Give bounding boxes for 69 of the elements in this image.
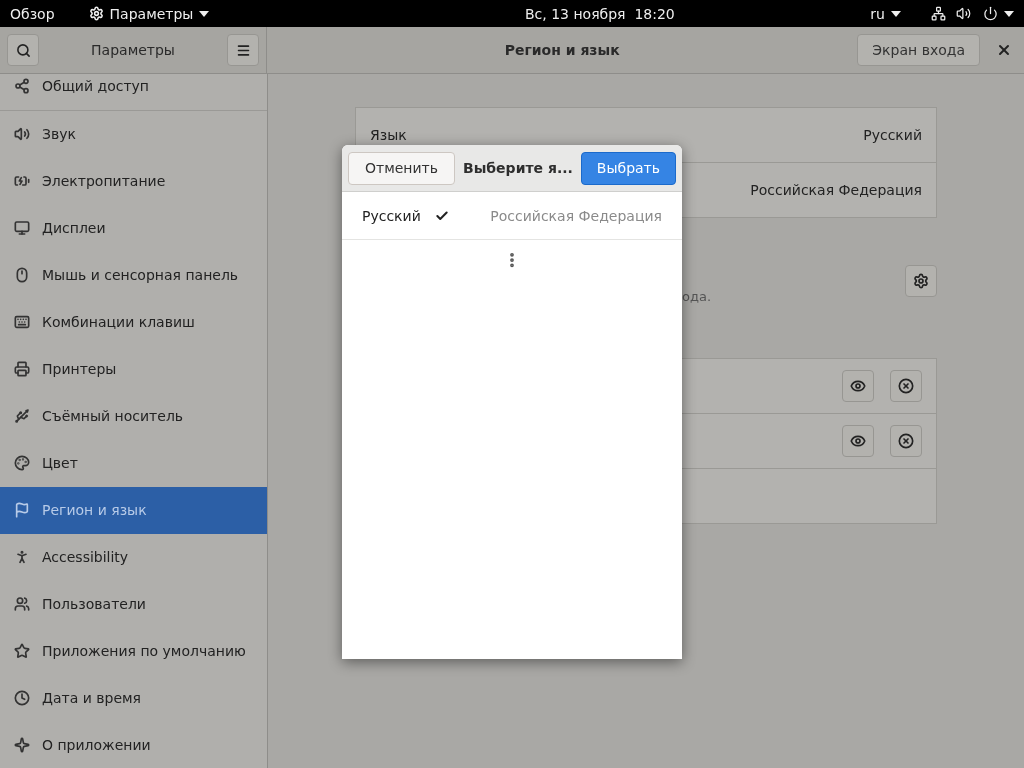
mouse-icon: [14, 267, 30, 283]
usb-icon: [14, 408, 30, 424]
row-value[interactable]: Русский: [863, 127, 922, 143]
sidebar-item[interactable]: Пользователи: [0, 581, 267, 628]
sidebar-item[interactable]: Общий доступ: [0, 74, 267, 111]
activities-button[interactable]: Обзор: [10, 5, 55, 22]
sidebar-item[interactable]: Принтеры: [0, 346, 267, 393]
hint-text: ода.: [682, 289, 712, 304]
cancel-button[interactable]: Отменить: [348, 151, 455, 185]
caret-icon: [1004, 10, 1014, 17]
row-value[interactable]: Российская Федерация: [750, 182, 922, 198]
network-icon[interactable]: [931, 6, 946, 21]
caret-icon: [199, 10, 210, 17]
sidebar-item[interactable]: Accessibility: [0, 534, 267, 581]
sidebar-item[interactable]: Мышь и сенсорная панель: [0, 252, 267, 299]
language-region: Российская Федерация: [490, 207, 662, 224]
power-icon[interactable]: [983, 6, 998, 21]
sidebar-item[interactable]: Цвет: [0, 440, 267, 487]
app-menu[interactable]: Параметры: [88, 5, 210, 22]
search-button[interactable]: [7, 34, 39, 66]
menu-icon: [235, 42, 251, 58]
remove-button[interactable]: [890, 425, 922, 457]
language-row[interactable]: Русский Российская Федерация: [342, 192, 682, 240]
eye-icon: [850, 433, 866, 449]
clock[interactable]: Вс, 13 ноября 18:20: [525, 5, 675, 22]
sidebar-item[interactable]: Электропитание: [0, 158, 267, 205]
search-icon: [15, 42, 31, 58]
gear-icon: [88, 6, 104, 21]
sidebar-item[interactable]: Дисплеи: [0, 205, 267, 252]
menu-button[interactable]: [227, 34, 259, 66]
sparkle-icon: [14, 737, 30, 753]
flag-icon: [14, 502, 30, 518]
settings-button[interactable]: [905, 265, 937, 297]
preview-button[interactable]: [842, 370, 874, 402]
volume-icon[interactable]: [956, 6, 971, 21]
battery-icon: [14, 173, 30, 189]
dialog-title: Выберите я...: [463, 160, 573, 176]
star-icon: [14, 643, 30, 659]
person-icon: [14, 549, 30, 565]
select-button[interactable]: Выбрать: [580, 151, 676, 185]
sidebar-item[interactable]: Приложения по умолчанию: [0, 628, 267, 675]
clock-icon: [14, 690, 30, 706]
close-icon[interactable]: [996, 42, 1012, 58]
keyboard-layout-menu[interactable]: ru: [870, 5, 901, 22]
keyboard-icon: [14, 314, 30, 330]
speaker-icon: [14, 126, 30, 142]
login-screen-button[interactable]: Экран входа: [857, 34, 980, 66]
sidebar-item[interactable]: Звук: [0, 111, 267, 158]
remove-icon: [898, 433, 914, 449]
share-icon: [14, 78, 30, 94]
caret-icon: [891, 10, 901, 17]
eye-icon: [850, 378, 866, 394]
sidebar-item[interactable]: О приложении: [0, 722, 267, 768]
sidebar-item[interactable]: Комбинации клавиш: [0, 299, 267, 346]
sidebar-item[interactable]: Регион и язык: [0, 487, 267, 534]
preview-button[interactable]: [842, 425, 874, 457]
row-label: Язык: [370, 127, 407, 143]
printer-icon: [14, 361, 30, 377]
remove-icon: [898, 378, 914, 394]
users-icon: [14, 596, 30, 612]
sidebar-item[interactable]: Дата и время: [0, 675, 267, 722]
sidebar-item[interactable]: Съёмный носитель: [0, 393, 267, 440]
language-name: Русский: [362, 207, 421, 224]
monitor-icon: [14, 220, 30, 236]
sidebar-title: Параметры: [90, 42, 176, 58]
gear-icon: [913, 273, 929, 289]
palette-icon: [14, 455, 30, 471]
remove-button[interactable]: [890, 370, 922, 402]
page-title: Регион и язык: [503, 42, 621, 58]
